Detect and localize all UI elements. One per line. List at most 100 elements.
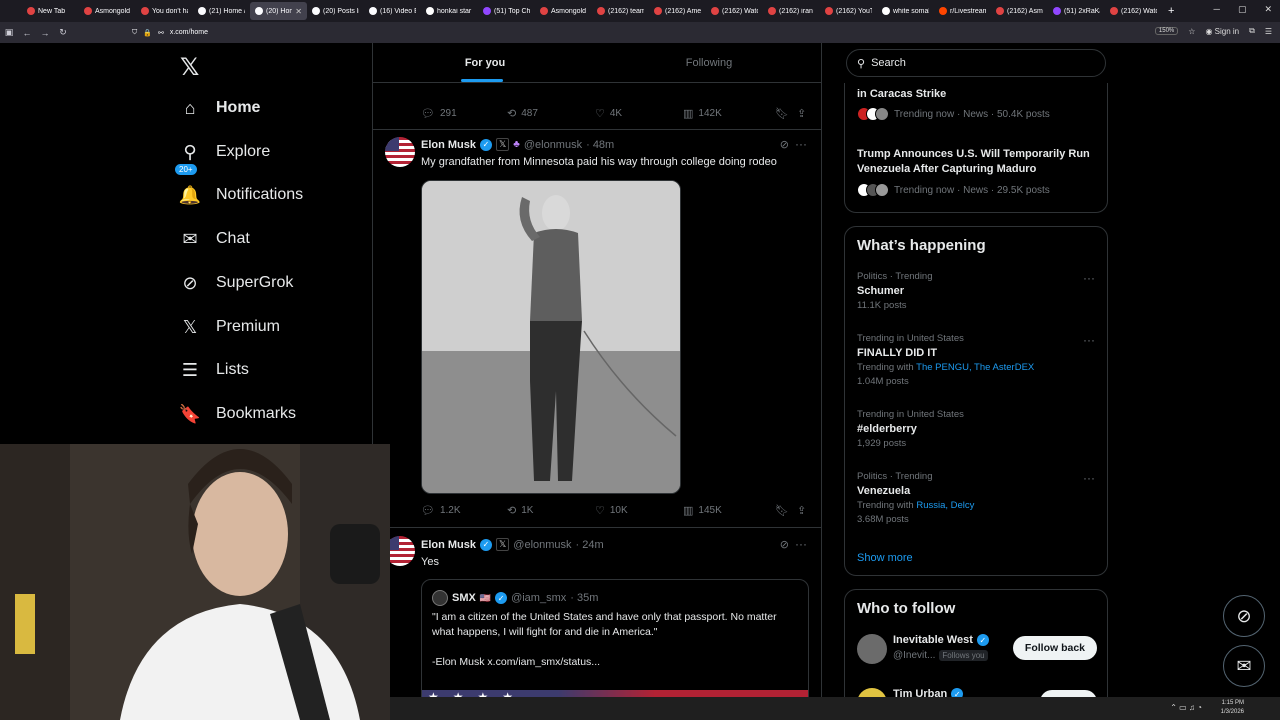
back-icon[interactable]: ← xyxy=(18,28,36,38)
browser-tab[interactable]: honkai star r xyxy=(421,2,478,20)
tab-title: (2162) Watch xyxy=(1121,7,1157,15)
url-bar[interactable]: ⛉ 🔒 ⚯ x.com/home xyxy=(132,25,1132,40)
minimize-icon[interactable]: ─ xyxy=(1214,4,1220,15)
trend-with-links[interactable]: Russia, Delcy xyxy=(916,500,974,511)
browser-tab[interactable]: New Tab xyxy=(22,2,79,20)
more-icon[interactable]: ··· xyxy=(1083,333,1095,347)
tab-for-you[interactable]: For you xyxy=(373,43,597,82)
trend-item[interactable]: Politics · Trending Venezuela Trending w… xyxy=(857,471,1097,525)
nav-item-home[interactable]: ⌂ Home xyxy=(180,88,261,128)
avatar[interactable] xyxy=(385,137,415,167)
more-icon[interactable]: ··· xyxy=(1083,271,1095,285)
browser-tab[interactable]: You don't ha xyxy=(136,2,193,20)
browser-tab[interactable]: Asmongold xyxy=(535,2,592,20)
more-icon[interactable]: ··· xyxy=(795,537,807,551)
browser-tab[interactable]: (2162) iran p xyxy=(763,2,820,20)
browser-tab[interactable]: (20) Home✕ xyxy=(250,2,307,20)
reply-button[interactable]: 💬︎ 1.2K xyxy=(421,504,507,517)
taskbar-clock[interactable]: 1:15 PM 1/3/2026 xyxy=(1221,699,1244,717)
news-title[interactable]: in Caracas Strike xyxy=(857,87,1102,102)
author-handle[interactable]: @elonmusk xyxy=(524,139,582,151)
search-input[interactable]: ⚲ Search xyxy=(846,49,1106,77)
like-button[interactable]: ♡ 4K xyxy=(595,107,683,120)
grok-icon[interactable]: ⊘ xyxy=(780,538,789,551)
browser-tab[interactable]: (16) Video E xyxy=(364,2,421,20)
system-tray-icons[interactable]: ⌃ ▭ ♫ ◔ xyxy=(1170,703,1202,712)
nav-item-label: Bookmarks xyxy=(216,405,297,422)
url-text: x.com/home xyxy=(169,29,208,36)
bookmark-button[interactable]: 🔖︎ xyxy=(775,107,797,120)
nav-item-lists[interactable]: ☰ Lists xyxy=(180,350,249,390)
menu-icon[interactable]: ☰ xyxy=(1265,27,1272,36)
browser-tab[interactable]: r/Livestream xyxy=(934,2,991,20)
repost-icon: ⟲ xyxy=(507,504,517,517)
author-name[interactable]: Elon Musk xyxy=(421,139,476,151)
trend-item[interactable]: Trending in United States #elderberry 1,… xyxy=(857,409,1097,449)
author-handle[interactable]: @elonmusk xyxy=(513,539,571,551)
tab-title: (51) Top Cha xyxy=(494,7,530,15)
repost-button[interactable]: ⟲ 1K xyxy=(507,504,595,517)
tab-title: (2162) Watch xyxy=(722,7,758,15)
x-logo-icon[interactable]: 𝕏 xyxy=(180,53,199,82)
maximize-icon[interactable]: ▢ xyxy=(1238,4,1247,15)
quoted-tweet[interactable]: SMX 🇺🇸 ✓ @iam_smx · 35m "I am a citizen … xyxy=(421,579,809,709)
grok-icon[interactable]: ⊘ xyxy=(780,138,789,151)
nav-item-notifications[interactable]: 🔔 20+ Notifications xyxy=(174,163,303,215)
news-title[interactable]: Trump Announces U.S. Will Temporarily Ru… xyxy=(857,147,1102,177)
x-logo-icon: 𝕏 xyxy=(182,316,198,337)
browser-tab[interactable]: (20) Posts lik xyxy=(307,2,364,20)
tweet-time[interactable]: · 24m xyxy=(576,539,604,551)
trend-context: Politics · Trending xyxy=(857,471,933,482)
grok-icon[interactable]: ⊘ xyxy=(1223,595,1265,637)
browser-tab[interactable]: white somali xyxy=(877,2,934,20)
trend-item[interactable]: Politics · Trending Schumer 11.1K posts xyxy=(857,271,1097,311)
browser-tab[interactable]: (2162) Asmo xyxy=(991,2,1048,20)
reply-button[interactable]: 💬︎ 291 xyxy=(421,107,507,120)
zoom-level[interactable]: 150% xyxy=(1154,27,1179,35)
tweet-time[interactable]: · 48m xyxy=(586,139,614,151)
nav-item-premium[interactable]: 𝕏 Premium xyxy=(180,307,280,347)
more-icon[interactable]: ··· xyxy=(795,137,807,151)
views-button[interactable]: ▥ 145K xyxy=(683,504,775,517)
browser-tab[interactable]: (2162) Ameri xyxy=(649,2,706,20)
browser-tab[interactable]: (21) Home / xyxy=(193,2,250,20)
extensions-icon[interactable]: ⧉ xyxy=(1249,26,1255,36)
browser-tab[interactable]: (2162) YouTu xyxy=(820,2,877,20)
tab-title: honkai star r xyxy=(437,7,473,15)
author-name[interactable]: Elon Musk xyxy=(421,539,476,551)
forward-icon[interactable]: → xyxy=(36,28,54,38)
new-tab-icon[interactable]: + xyxy=(1168,5,1174,17)
browser-tab[interactable]: (2162) Watch xyxy=(706,2,763,20)
close-icon[interactable]: ✕ xyxy=(1264,4,1272,15)
repost-button[interactable]: ⟲ 487 xyxy=(507,107,595,120)
trend-item[interactable]: Trending in United States FINALLY DID IT… xyxy=(857,333,1097,387)
tab-title: (2162) iran p xyxy=(779,7,815,15)
browser-tab[interactable]: Asmongold xyxy=(79,2,136,20)
views-button[interactable]: ▥ 142K xyxy=(683,107,775,120)
show-more-link[interactable]: Show more xyxy=(857,552,913,564)
share-button[interactable]: ⇪ xyxy=(797,107,806,120)
browser-tab[interactable]: (2162) team xyxy=(592,2,649,20)
repost-count: 487 xyxy=(521,107,538,119)
reload-icon[interactable]: ↻ xyxy=(54,27,72,38)
nav-item-bookmarks[interactable]: 🔖 Bookmarks xyxy=(179,394,297,434)
tweet-photo[interactable] xyxy=(421,180,681,494)
nav-item-chat[interactable]: ✉ Chat xyxy=(180,219,249,259)
follow-back-button[interactable]: Follow back xyxy=(1012,636,1097,660)
nav-item-supergrok[interactable]: ⊘ SuperGrok xyxy=(180,263,293,303)
browser-tab[interactable]: (2162) Watch xyxy=(1105,2,1162,20)
trend-with-links[interactable]: The PENGU, The AsterDEX xyxy=(916,362,1034,373)
browser-tab[interactable]: (51) 2xRaKai xyxy=(1048,2,1105,20)
view-count: 145K xyxy=(698,504,722,516)
sidebar-toggle-icon[interactable]: ▣ xyxy=(0,27,18,38)
like-button[interactable]: ♡ 10K xyxy=(595,504,683,517)
browser-tab[interactable]: (51) Top Cha xyxy=(478,2,535,20)
account-icon[interactable]: ◉ Sign in xyxy=(1205,27,1239,36)
bookmark-button[interactable]: 🔖︎ xyxy=(775,504,797,517)
follow-suggestion[interactable]: Inevitable West ✓ @Inevit... Follows you F… xyxy=(857,632,1097,668)
mail-icon[interactable]: ✉ xyxy=(1223,645,1265,687)
share-button[interactable]: ⇪ xyxy=(797,504,806,517)
star-icon[interactable]: ☆ xyxy=(1188,27,1195,36)
tab-following[interactable]: Following xyxy=(597,43,821,82)
tab-close-icon[interactable]: ✕ xyxy=(295,7,302,16)
